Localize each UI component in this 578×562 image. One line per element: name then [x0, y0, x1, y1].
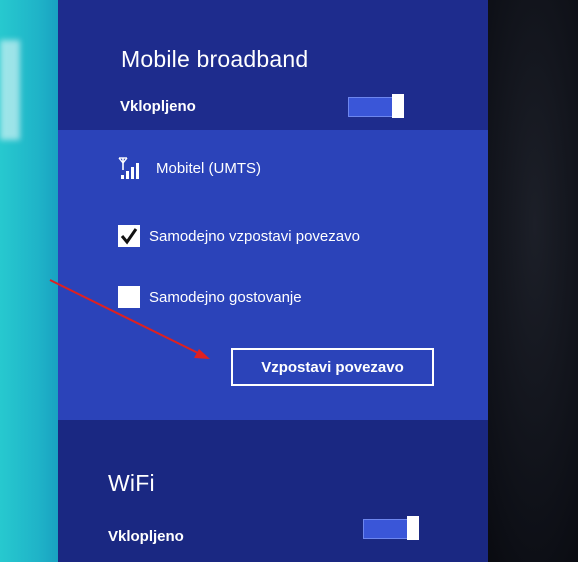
background-glow — [0, 40, 20, 140]
auto-connect-checkbox-row[interactable]: Samodejno vzpostavi povezavo — [118, 225, 360, 247]
signal-strength-icon — [118, 157, 139, 179]
mobile-broadband-title: Mobile broadband — [121, 46, 309, 72]
wifi-toggle[interactable] — [363, 516, 419, 540]
toggle-thumb — [392, 94, 404, 118]
auto-connect-label: Samodejno vzpostavi povezavo — [149, 227, 360, 245]
auto-roaming-label: Samodejno gostovanje — [149, 288, 302, 306]
networks-panel: Mobile broadband Vklopljeno Mobitel (UMT… — [58, 0, 488, 562]
auto-roaming-checkbox[interactable] — [118, 286, 140, 308]
checkmark-icon — [120, 228, 138, 245]
wifi-section: WiFi Vklopljeno — [58, 420, 488, 562]
network-item-mobitel[interactable]: Mobitel (UMTS) — [118, 155, 261, 181]
mobile-broadband-toggle-label: Vklopljeno — [120, 98, 196, 115]
toggle-thumb — [407, 516, 419, 540]
wifi-title: WiFi — [108, 470, 155, 496]
auto-connect-checkbox[interactable] — [118, 225, 140, 247]
network-name: Mobitel (UMTS) — [156, 159, 262, 177]
mobile-broadband-section: Mobile broadband Vklopljeno — [58, 0, 488, 130]
mobile-broadband-toggle[interactable] — [348, 94, 404, 118]
toggle-track — [348, 97, 396, 117]
connect-button[interactable]: Vzpostavi povezavo — [231, 348, 434, 386]
wifi-toggle-label: Vklopljeno — [108, 528, 184, 545]
toggle-track — [363, 519, 411, 539]
auto-roaming-checkbox-row[interactable]: Samodejno gostovanje — [118, 286, 302, 308]
